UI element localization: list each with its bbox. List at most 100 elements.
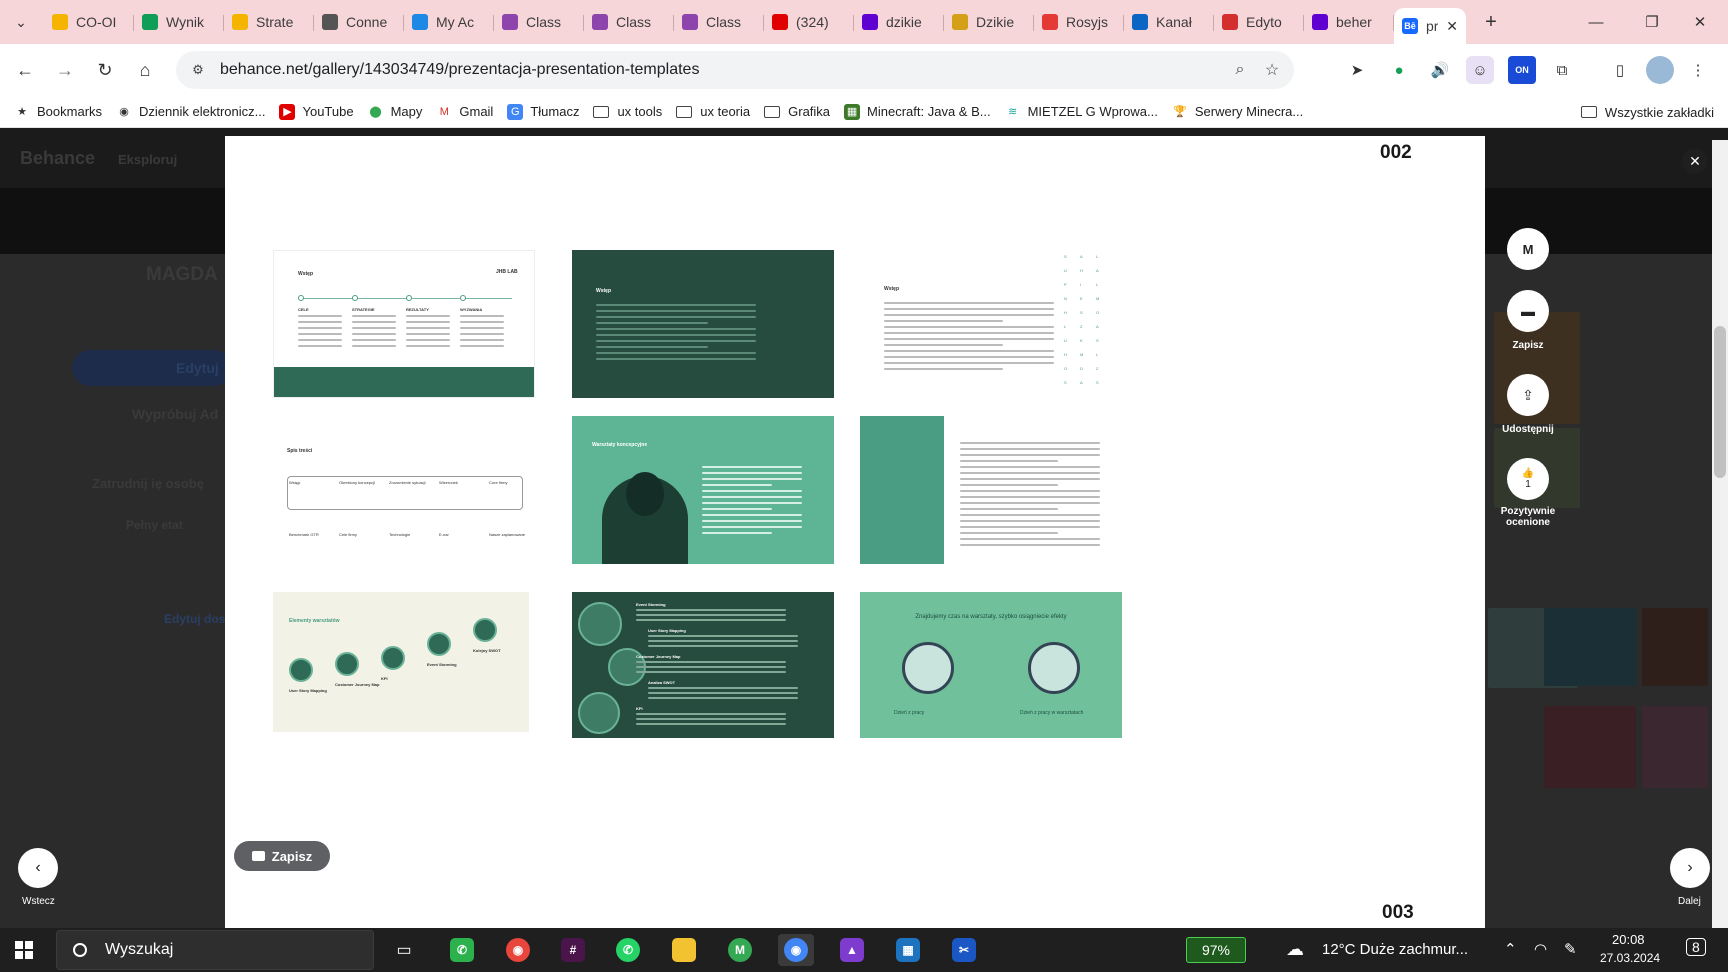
close-window-button[interactable]: ✕: [1672, 0, 1728, 44]
speaker-icon[interactable]: 🔊: [1426, 56, 1454, 84]
tab-title: My Ac: [436, 14, 475, 30]
browser-menu-icon[interactable]: ⋮: [1684, 56, 1712, 84]
text-line-placeholder: [648, 697, 798, 699]
taskbar-affinity[interactable]: ▲: [834, 934, 870, 966]
wifi-icon[interactable]: ◠: [1534, 940, 1547, 958]
bookmark-item[interactable]: ≋ MIETZEL G Wprowa...: [1005, 104, 1158, 120]
share-button[interactable]: ⇪: [1507, 374, 1549, 416]
pen-icon[interactable]: ✎: [1564, 940, 1577, 958]
browser-tab[interactable]: Edyto: [1214, 5, 1304, 39]
save-to-collection-button[interactable]: ▬: [1507, 290, 1549, 332]
close-viewer-button[interactable]: ✕: [1682, 148, 1708, 174]
bookmark-label: Tłumacz: [530, 104, 580, 119]
taskbar-chrome-profile[interactable]: M: [722, 934, 758, 966]
browser-tab[interactable]: Wynik: [134, 5, 224, 39]
minimize-button[interactable]: —: [1568, 0, 1624, 44]
appreciate-button[interactable]: 👍 1: [1507, 458, 1549, 500]
back-button[interactable]: ←: [6, 51, 44, 89]
scrollbar-thumb[interactable]: [1714, 326, 1726, 478]
battery-indicator[interactable]: 97%: [1186, 937, 1246, 963]
bookmark-item[interactable]: M Gmail: [436, 104, 494, 120]
weather-text[interactable]: 12°C Duże zachmur...: [1322, 941, 1468, 958]
bookmark-item[interactable]: Grafika: [764, 104, 830, 119]
browser-tab[interactable]: (324): [764, 5, 854, 39]
taskbar-search[interactable]: Wyszukaj: [56, 930, 374, 970]
slide-workshops[interactable]: Warsztaty koncepcyjne: [572, 416, 834, 564]
bookmark-item[interactable]: ux teoria: [676, 104, 750, 119]
task-view-button[interactable]: ▭: [386, 934, 422, 966]
slide-table-of-contents[interactable]: Spis treści Wstęp Określony koncepcji Zroz…: [273, 416, 535, 564]
bookmark-item[interactable]: G Tłumacz: [507, 103, 580, 120]
extension-face-icon[interactable]: ☺: [1466, 56, 1494, 84]
browser-tab[interactable]: CO-OI: [44, 5, 134, 39]
slide-workshop-list[interactable]: [860, 416, 1122, 564]
zoom-icon[interactable]: ⌕: [1224, 54, 1256, 86]
notifications-badge[interactable]: 8: [1686, 938, 1706, 956]
extensions-puzzle-icon[interactable]: ⧉: [1548, 56, 1576, 84]
new-tab-button[interactable]: +: [1476, 7, 1506, 37]
taskbar-chrome[interactable]: ◉: [500, 934, 536, 966]
taskbar-whatsapp[interactable]: ✆: [610, 934, 646, 966]
taskbar-calculator[interactable]: ▦: [890, 934, 926, 966]
browser-tab[interactable]: Class: [494, 5, 584, 39]
browser-tab[interactable]: beher: [1304, 5, 1394, 39]
bookmark-item[interactable]: ◉ Dziennik elektronicz...: [116, 104, 265, 120]
address-bar[interactable]: ⚙ behance.net/gallery/143034749/prezenta…: [176, 51, 1294, 89]
bookmark-item[interactable]: ★ Bookmarks: [14, 104, 102, 120]
chevron-up-icon[interactable]: ⌃: [1504, 940, 1517, 958]
slide-methods-dark[interactable]: Event Storming User Story Mapping Customer…: [572, 592, 834, 738]
page-scrollbar[interactable]: [1712, 140, 1728, 928]
browser-tab[interactable]: dzikie: [854, 5, 944, 39]
slide-intro-dark[interactable]: Wstęp: [572, 250, 834, 398]
taskbar-chrome-active[interactable]: ◉: [778, 934, 814, 966]
slide-intro-light[interactable]: Wstęp S A L U H A P I L N E M H S O L Z A U K S H M L O D Z S A S: [860, 250, 1122, 398]
taskbar-app-snip[interactable]: ✂: [946, 934, 982, 966]
previous-project-button[interactable]: ‹: [18, 848, 58, 888]
layers-icon: ≋: [1007, 106, 1018, 118]
grid-letter: L: [1096, 352, 1099, 357]
browser-tab[interactable]: Dzikie: [944, 5, 1034, 39]
weather-icon[interactable]: ☁: [1286, 939, 1304, 960]
text-line-placeholder: [702, 502, 802, 504]
all-bookmarks-folder[interactable]: Wszystkie zakładki: [1580, 96, 1714, 128]
taskbar-explorer[interactable]: [666, 934, 702, 966]
start-button[interactable]: [0, 928, 48, 972]
browser-tab[interactable]: Conne: [314, 5, 404, 39]
bookmark-item[interactable]: ▦ Minecraft: Java & B...: [844, 103, 991, 120]
side-panel-icon[interactable]: ▯: [1606, 56, 1634, 84]
slide-intro-timeline[interactable]: Wstęp JHB LAB CELE STRATEGIE REZULTATY WYZW…: [273, 250, 535, 398]
taskbar-slack[interactable]: #: [555, 934, 591, 966]
home-button[interactable]: ⌂: [126, 51, 164, 89]
reload-button[interactable]: ↻: [86, 51, 124, 89]
browser-tab[interactable]: Class: [674, 5, 764, 39]
yahoo-icon: [1312, 14, 1328, 30]
text-line-placeholder: [702, 520, 802, 522]
tab-search-button[interactable]: ⌄: [6, 7, 36, 37]
clock-date[interactable]: 27.03.2024: [1600, 951, 1660, 965]
browser-tab[interactable]: Class: [584, 5, 674, 39]
slide-workshop-elements[interactable]: Elementy warsztatów User Story Mapping Cu…: [273, 592, 529, 732]
taskbar-app[interactable]: ✆: [444, 934, 480, 966]
bookmark-star-icon[interactable]: ☆: [1256, 54, 1288, 86]
save-collection-button[interactable]: Zapisz: [234, 841, 330, 871]
on-extension-icon[interactable]: ON: [1508, 56, 1536, 84]
browser-tab[interactable]: Rosyjs: [1034, 5, 1124, 39]
bookmark-item[interactable]: ⬤ Mapy: [368, 104, 422, 120]
grammarly-icon[interactable]: ●: [1385, 56, 1413, 84]
site-info-icon[interactable]: ⚙: [184, 56, 212, 84]
browser-tab[interactable]: My Ac: [404, 5, 494, 39]
browser-tab-active[interactable]: Bē pr ✕: [1394, 8, 1466, 44]
bookmark-item[interactable]: ux tools: [593, 104, 662, 119]
browser-tab[interactable]: Kanał: [1124, 5, 1214, 39]
close-tab-icon[interactable]: ✕: [1446, 18, 1458, 35]
next-project-button[interactable]: ›: [1670, 848, 1710, 888]
slide-time-comparison[interactable]: Znajdujemy czas na warsztaty, szybko osi…: [860, 592, 1122, 738]
browser-tab[interactable]: Strate: [224, 5, 314, 39]
cursor-extension-icon[interactable]: ➤: [1343, 56, 1371, 84]
profile-avatar[interactable]: [1646, 56, 1674, 84]
clock-time[interactable]: 20:08: [1612, 932, 1645, 947]
bookmark-item[interactable]: ▶ YouTube: [279, 103, 354, 120]
bookmark-item[interactable]: 🏆 Serwery Minecra...: [1172, 104, 1303, 120]
owner-avatar[interactable]: M: [1507, 228, 1549, 270]
forward-button[interactable]: →: [46, 51, 84, 89]
